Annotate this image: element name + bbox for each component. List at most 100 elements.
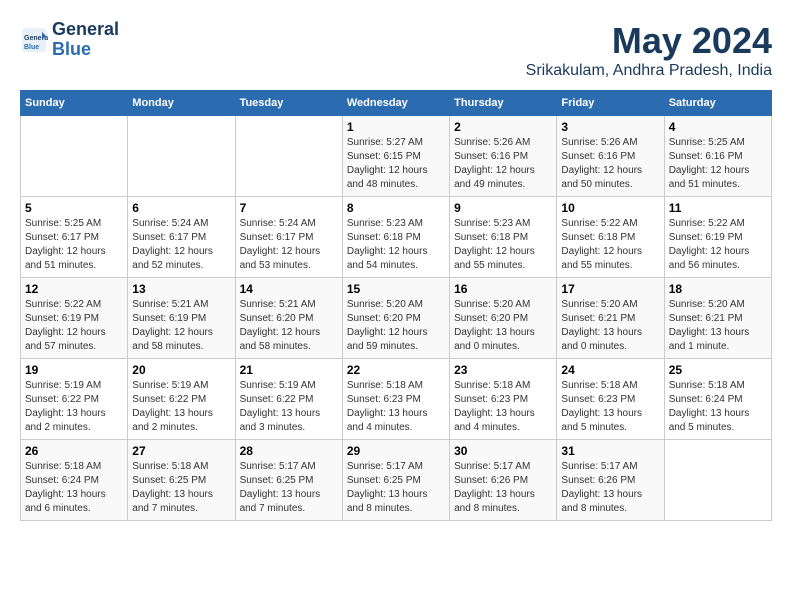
cell-info: Sunrise: 5:20 AM Sunset: 6:21 PM Dayligh… [669,298,767,354]
calendar-cell: 22 Sunrise: 5:18 AM Sunset: 6:23 PM Dayli… [342,359,449,440]
logo: General Blue General Blue [20,20,119,60]
day-number: 17 [561,282,659,296]
week-row-0: 1 Sunrise: 5:27 AM Sunset: 6:15 PM Daylig… [21,116,772,197]
cell-info: Sunrise: 5:22 AM Sunset: 6:19 PM Dayligh… [25,298,123,354]
page-header: General Blue General Blue May 2024 Srika… [20,20,772,80]
cell-info: Sunrise: 5:18 AM Sunset: 6:23 PM Dayligh… [454,379,552,435]
calendar-cell: 23 Sunrise: 5:18 AM Sunset: 6:23 PM Dayli… [450,359,557,440]
cell-info: Sunrise: 5:18 AM Sunset: 6:24 PM Dayligh… [25,460,123,516]
calendar-cell: 19 Sunrise: 5:19 AM Sunset: 6:22 PM Dayli… [21,359,128,440]
cell-info: Sunrise: 5:27 AM Sunset: 6:15 PM Dayligh… [347,136,445,192]
logo-text-blue: Blue [52,40,119,60]
logo-icon: General Blue [20,26,48,54]
day-number: 12 [25,282,123,296]
day-number: 26 [25,444,123,458]
day-number: 3 [561,120,659,134]
calendar-cell: 31 Sunrise: 5:17 AM Sunset: 6:26 PM Dayli… [557,440,664,521]
day-number: 31 [561,444,659,458]
cell-info: Sunrise: 5:23 AM Sunset: 6:18 PM Dayligh… [347,217,445,273]
calendar-cell: 15Sunrise: 5:20 AM Sunset: 6:20 PM Dayli… [342,278,449,359]
col-header-friday: Friday [557,91,664,116]
day-number: 23 [454,363,552,377]
col-header-wednesday: Wednesday [342,91,449,116]
day-number: 9 [454,201,552,215]
calendar-cell: 14 Sunrise: 5:21 AM Sunset: 6:20 PM Dayli… [235,278,342,359]
cell-info: Sunrise: 5:21 AM Sunset: 6:19 PM Dayligh… [132,298,230,354]
week-row-2: 12 Sunrise: 5:22 AM Sunset: 6:19 PM Dayli… [21,278,772,359]
calendar-cell: 28 Sunrise: 5:17 AM Sunset: 6:25 PM Dayli… [235,440,342,521]
col-header-tuesday: Tuesday [235,91,342,116]
calendar-cell: 10 Sunrise: 5:22 AM Sunset: 6:18 PM Dayli… [557,197,664,278]
day-number: 14 [240,282,338,296]
cell-info: Sunrise: 5:18 AM Sunset: 6:23 PM Dayligh… [561,379,659,435]
calendar-cell: 17 Sunrise: 5:20 AM Sunset: 6:21 PM Dayli… [557,278,664,359]
day-number: 22 [347,363,445,377]
calendar-header-row: SundayMondayTuesdayWednesdayThursdayFrid… [21,91,772,116]
calendar-cell: 30Sunrise: 5:17 AM Sunset: 6:26 PM Dayli… [450,440,557,521]
calendar-cell: 13 Sunrise: 5:21 AM Sunset: 6:19 PM Dayli… [128,278,235,359]
week-row-4: 26 Sunrise: 5:18 AM Sunset: 6:24 PM Dayli… [21,440,772,521]
day-number: 27 [132,444,230,458]
calendar-cell: 5 Sunrise: 5:25 AM Sunset: 6:17 PM Daylig… [21,197,128,278]
cell-info: Sunrise: 5:22 AM Sunset: 6:19 PM Dayligh… [669,217,767,273]
cell-info: Sunrise: 5:23 AM Sunset: 6:18 PM Dayligh… [454,217,552,273]
cell-info: Sunrise: 5:19 AM Sunset: 6:22 PM Dayligh… [240,379,338,435]
cell-info: Sunrise: 5:25 AM Sunset: 6:17 PM Dayligh… [25,217,123,273]
cell-info: Sunrise: 5:17 AM Sunset: 6:25 PM Dayligh… [347,460,445,516]
cell-info: Sunrise: 5:20 AM Sunset: 6:21 PM Dayligh… [561,298,659,354]
calendar-cell [664,440,771,521]
day-number: 1 [347,120,445,134]
month-title: May 2024 [526,20,772,62]
day-number: 11 [669,201,767,215]
calendar-cell: 9 Sunrise: 5:23 AM Sunset: 6:18 PM Daylig… [450,197,557,278]
calendar-cell: 24 Sunrise: 5:18 AM Sunset: 6:23 PM Dayli… [557,359,664,440]
day-number: 8 [347,201,445,215]
calendar-table: SundayMondayTuesdayWednesdayThursdayFrid… [20,90,772,521]
week-row-1: 5 Sunrise: 5:25 AM Sunset: 6:17 PM Daylig… [21,197,772,278]
cell-info: Sunrise: 5:17 AM Sunset: 6:25 PM Dayligh… [240,460,338,516]
cell-info: Sunrise: 5:18 AM Sunset: 6:24 PM Dayligh… [669,379,767,435]
day-number: 15 [347,282,445,296]
calendar-cell [128,116,235,197]
day-number: 13 [132,282,230,296]
location-subtitle: Srikakulam, Andhra Pradesh, India [526,62,772,80]
calendar-cell [235,116,342,197]
calendar-cell: 26 Sunrise: 5:18 AM Sunset: 6:24 PM Dayli… [21,440,128,521]
day-number: 25 [669,363,767,377]
day-number: 21 [240,363,338,377]
cell-info: Sunrise: 5:18 AM Sunset: 6:23 PM Dayligh… [347,379,445,435]
day-number: 2 [454,120,552,134]
calendar-cell: 27 Sunrise: 5:18 AM Sunset: 6:25 PM Dayli… [128,440,235,521]
calendar-cell: 6Sunrise: 5:24 AM Sunset: 6:17 PM Daylig… [128,197,235,278]
logo-text-general: General [52,20,119,40]
cell-info: Sunrise: 5:21 AM Sunset: 6:20 PM Dayligh… [240,298,338,354]
day-number: 24 [561,363,659,377]
day-number: 28 [240,444,338,458]
cell-info: Sunrise: 5:18 AM Sunset: 6:25 PM Dayligh… [132,460,230,516]
cell-info: Sunrise: 5:17 AM Sunset: 6:26 PM Dayligh… [561,460,659,516]
calendar-cell [21,116,128,197]
cell-info: Sunrise: 5:26 AM Sunset: 6:16 PM Dayligh… [454,136,552,192]
day-number: 20 [132,363,230,377]
calendar-cell: 29 Sunrise: 5:17 AM Sunset: 6:25 PM Dayli… [342,440,449,521]
cell-info: Sunrise: 5:19 AM Sunset: 6:22 PM Dayligh… [25,379,123,435]
calendar-cell: 1 Sunrise: 5:27 AM Sunset: 6:15 PM Daylig… [342,116,449,197]
day-number: 29 [347,444,445,458]
calendar-cell: 2 Sunrise: 5:26 AM Sunset: 6:16 PM Daylig… [450,116,557,197]
cell-info: Sunrise: 5:22 AM Sunset: 6:18 PM Dayligh… [561,217,659,273]
col-header-sunday: Sunday [21,91,128,116]
title-block: May 2024 Srikakulam, Andhra Pradesh, Ind… [526,20,772,80]
day-number: 6 [132,201,230,215]
day-number: 4 [669,120,767,134]
calendar-cell: 16Sunrise: 5:20 AM Sunset: 6:20 PM Dayli… [450,278,557,359]
cell-info: Sunrise: 5:24 AM Sunset: 6:17 PM Dayligh… [240,217,338,273]
calendar-cell: 4Sunrise: 5:25 AM Sunset: 6:16 PM Daylig… [664,116,771,197]
calendar-cell: 20 Sunrise: 5:19 AM Sunset: 6:22 PM Dayli… [128,359,235,440]
day-number: 5 [25,201,123,215]
day-number: 19 [25,363,123,377]
cell-info: Sunrise: 5:19 AM Sunset: 6:22 PM Dayligh… [132,379,230,435]
calendar-cell: 25 Sunrise: 5:18 AM Sunset: 6:24 PM Dayli… [664,359,771,440]
day-number: 18 [669,282,767,296]
calendar-cell: 3Sunrise: 5:26 AM Sunset: 6:16 PM Daylig… [557,116,664,197]
day-number: 10 [561,201,659,215]
